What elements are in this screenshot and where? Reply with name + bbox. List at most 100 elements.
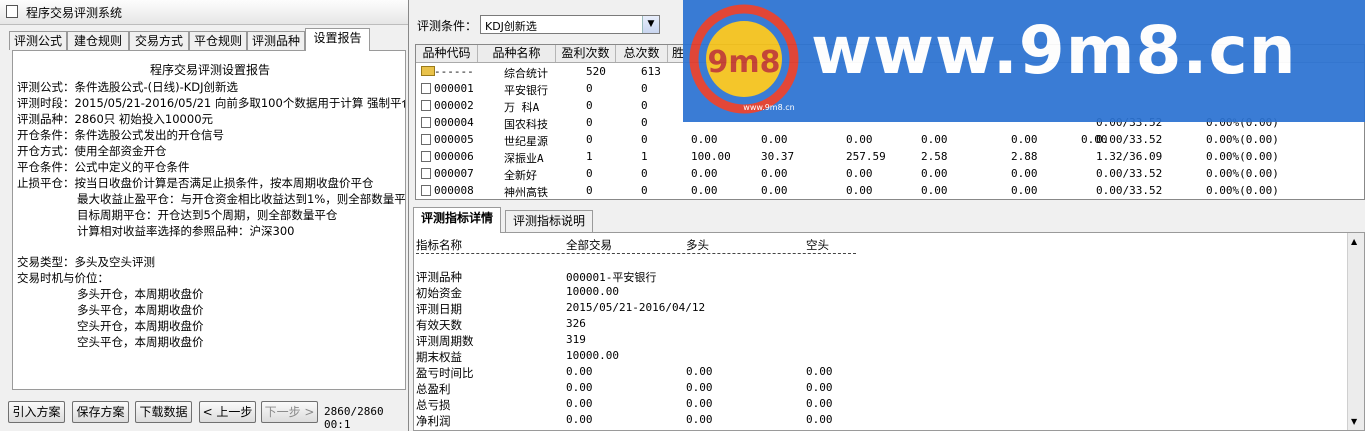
scroll-down-icon[interactable]: ▼: [1351, 417, 1357, 426]
col-code[interactable]: 品种代码: [416, 45, 478, 62]
row-col: 30.37: [761, 150, 795, 163]
detail-value-short: 0.00: [806, 397, 833, 410]
document-icon: [421, 83, 431, 94]
tab-metric-details[interactable]: 评测指标详情: [413, 207, 501, 233]
detail-label: 有效天数: [416, 318, 462, 332]
report-line: 多头平仓，本周期收盘价: [77, 303, 204, 317]
row-name: 神州高铁: [504, 186, 548, 199]
col-win-count[interactable]: 盈利次数: [556, 45, 616, 62]
tab-exit-rules[interactable]: 平仓规则: [189, 31, 247, 50]
report-line: 止损平仓：按当日收盘价计算是否满足止损条件，按本周期收盘价平仓: [17, 176, 374, 190]
prev-step-button[interactable]: < 上一步: [199, 401, 256, 423]
detail-value-all: 10000.00: [566, 285, 619, 298]
save-scheme-button[interactable]: 保存方案: [72, 401, 129, 423]
row-col: 0.00%(0.00): [1206, 167, 1279, 180]
download-data-button[interactable]: 下载数据: [135, 401, 192, 423]
evaluation-setup-window: 程序交易评测系统 评测公式 建仓规则 交易方式 平仓规则 评测品种 设置报告 程…: [0, 0, 409, 431]
detail-value-all: 000001-平安银行: [566, 271, 657, 284]
detail-value-short: 0.00: [806, 365, 833, 378]
report-line: 交易类型：多头及空头评测: [17, 255, 155, 269]
tab-metric-description[interactable]: 评测指标说明: [505, 210, 593, 232]
report-line: 空头开仓，本周期收盘价: [77, 319, 204, 333]
condition-label: 评测条件：: [417, 19, 478, 33]
row-col: 0.00: [761, 133, 788, 146]
report-line: 目标周期平仓：开仓达到5个周期，则全部数量平仓: [77, 208, 338, 222]
row-code: 000001: [434, 82, 474, 95]
row-code: 000005: [434, 133, 474, 146]
condition-value: KDJ创新选: [485, 20, 537, 33]
row-col: 0.00/33.52: [1096, 184, 1163, 197]
table-row[interactable]: 000006 深振业A 1 1 100.00 30.37 257.59 2.58 2.88 1.3…: [416, 148, 1364, 165]
row-col: 0.00/33.52: [1096, 133, 1163, 146]
document-icon: [421, 117, 431, 128]
row-col: 0.00: [761, 184, 788, 197]
tab-instruments[interactable]: 评测品种: [247, 31, 305, 50]
detail-value-all: 0.00: [566, 413, 593, 426]
document-icon: [421, 168, 431, 179]
row-win: 0: [586, 82, 593, 95]
report-line: 评测公式：条件选股公式-(日线)-KDJ创新选: [17, 80, 239, 94]
row-col: 0.00: [846, 133, 873, 146]
tab-entry-rules[interactable]: 建仓规则: [67, 31, 129, 50]
report-line: 空头平仓，本周期收盘价: [77, 335, 204, 349]
detail-col-name: 指标名称: [416, 238, 462, 252]
detail-col-all: 全部交易: [566, 238, 612, 252]
detail-value-short: 0.00: [806, 381, 833, 394]
chevron-down-icon[interactable]: ▼: [642, 16, 659, 33]
row-col: 0.00: [1011, 184, 1038, 197]
row-col: 257.59: [846, 150, 886, 163]
app-icon: [6, 5, 18, 18]
detail-value-long: 0.00: [686, 381, 713, 394]
table-row[interactable]: 000008 神州高铁 0 0 0.00 0.00 0.00 0.00 0.00 0.00/33.…: [416, 182, 1364, 199]
detail-label: 净利润: [416, 414, 451, 428]
row-win: 1: [586, 150, 593, 163]
detail-value-all: 0.00: [566, 365, 593, 378]
detail-value-long: 0.00: [686, 397, 713, 410]
row-col: 0.00%(0.00): [1206, 150, 1279, 163]
condition-select[interactable]: KDJ创新选 ▼: [480, 15, 660, 34]
row-total: 1: [641, 150, 648, 163]
detail-label: 评测周期数: [416, 334, 474, 348]
next-step-button[interactable]: 下一步 >: [261, 401, 318, 423]
document-icon: [421, 134, 431, 145]
row-win: 520: [586, 65, 606, 78]
row-name: 全新好: [504, 169, 537, 182]
import-scheme-button[interactable]: 引入方案: [8, 401, 65, 423]
row-win: 0: [586, 184, 593, 197]
row-col: 0.00%(0.00): [1206, 133, 1279, 146]
table-row[interactable]: 000005 世纪星源 0 0 0.00 0.00 0.00 0.00 0.00 0.00 0.00…: [416, 131, 1364, 148]
row-col: 1.32/36.09: [1096, 150, 1163, 163]
vertical-scrollbar[interactable]: ▲ ▼: [1347, 233, 1364, 430]
svg-text:www.9m8.cn: www.9m8.cn: [743, 103, 794, 112]
row-col: 0.00%(0.00): [1206, 184, 1279, 197]
tab-settings-report[interactable]: 设置报告: [305, 28, 370, 51]
folder-icon: [421, 66, 435, 76]
scroll-up-icon[interactable]: ▲: [1351, 237, 1357, 246]
row-code: 000008: [434, 184, 474, 197]
row-col: 2.58: [921, 150, 948, 163]
col-total-count[interactable]: 总次数: [616, 45, 668, 62]
tab-trade-mode[interactable]: 交易方式: [129, 31, 189, 50]
progress-status: 2860/2860 00:1: [324, 405, 384, 431]
row-col: 0.00: [921, 167, 948, 180]
detail-label: 初始资金: [416, 286, 462, 300]
row-win: 0: [586, 116, 593, 129]
svg-text:9m8: 9m8: [707, 45, 780, 80]
detail-label: 总盈利: [416, 382, 451, 396]
table-row[interactable]: 000007 全新好 0 0 0.00 0.00 0.00 0.00 0.00 0.00/33.5…: [416, 165, 1364, 182]
row-total: 0: [641, 184, 648, 197]
row-col: 100.00: [691, 150, 731, 163]
report-title: 程序交易评测设置报告: [149, 63, 270, 77]
tab-formula[interactable]: 评测公式: [9, 31, 67, 50]
report-line: 最大收益止盈平仓：与开仓资金相比收益达到1%，则全部数量平仓: [77, 192, 406, 206]
detail-label: 盈亏时间比: [416, 366, 474, 380]
detail-col-short: 空头: [806, 238, 829, 252]
row-total: 0: [641, 116, 648, 129]
window-title: 程序交易评测系统: [26, 6, 123, 20]
detail-label: 评测品种: [416, 270, 462, 284]
detail-value-all: 10000.00: [566, 349, 619, 362]
report-line: 开仓方式：使用全部资金开仓: [17, 144, 167, 158]
col-name[interactable]: 品种名称: [478, 45, 556, 62]
detail-col-long: 多头: [686, 238, 709, 252]
metric-details-panel: 指标名称 全部交易 多头 空头 评测品种 000001-平安银行初始资金 10000…: [413, 232, 1365, 431]
